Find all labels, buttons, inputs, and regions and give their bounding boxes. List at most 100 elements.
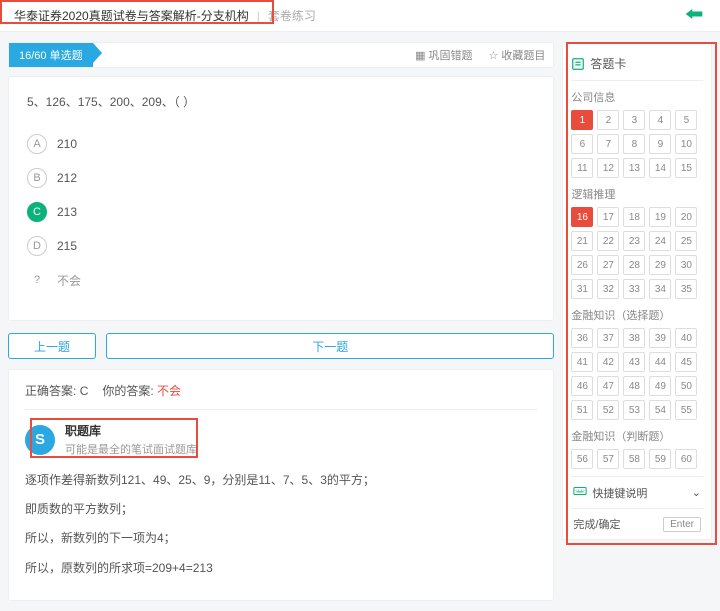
answer-cell-11[interactable]: 11 bbox=[571, 158, 593, 178]
answer-cell-9[interactable]: 9 bbox=[649, 134, 671, 154]
option-c[interactable]: C 213 bbox=[27, 202, 535, 222]
next-button[interactable]: 下一题 bbox=[106, 333, 554, 359]
answer-cell-21[interactable]: 21 bbox=[571, 231, 593, 251]
answer-cell-28[interactable]: 28 bbox=[623, 255, 645, 275]
answer-cell-35[interactable]: 35 bbox=[675, 279, 697, 299]
answer-card: 答题卡 公司信息 123456789101112131415 逻辑推理 1617… bbox=[562, 42, 712, 540]
answer-cell-19[interactable]: 19 bbox=[649, 207, 671, 227]
answer-cell-27[interactable]: 27 bbox=[597, 255, 619, 275]
header-bar: 华泰证券2020真题试卷与答案解析-分支机构 | 套卷练习 bbox=[0, 0, 720, 32]
answer-cell-47[interactable]: 47 bbox=[597, 376, 619, 396]
answer-cell-4[interactable]: 4 bbox=[649, 110, 671, 130]
enter-key: Enter bbox=[663, 517, 701, 532]
brand-row[interactable]: S 职题库 可能是最全的笔试面试题库 bbox=[25, 422, 537, 457]
answer-cell-40[interactable]: 40 bbox=[675, 328, 697, 348]
answer-cell-14[interactable]: 14 bbox=[649, 158, 671, 178]
question-tag: 16/60 单选题 bbox=[9, 43, 93, 67]
option-text: 213 bbox=[57, 205, 77, 219]
grid-icon: ▦ bbox=[415, 49, 425, 62]
answer-cell-26[interactable]: 26 bbox=[571, 255, 593, 275]
option-unknown[interactable]: ? 不会 bbox=[27, 270, 535, 290]
your-label: 你的答案: bbox=[102, 384, 153, 398]
section-title: 金融知识（选择题） bbox=[571, 307, 703, 323]
answer-cell-17[interactable]: 17 bbox=[597, 207, 619, 227]
answer-cell-51[interactable]: 51 bbox=[571, 400, 593, 420]
answer-cell-20[interactable]: 20 bbox=[675, 207, 697, 227]
answer-cell-45[interactable]: 45 bbox=[675, 352, 697, 372]
option-text: 212 bbox=[57, 171, 77, 185]
option-letter: C bbox=[27, 202, 47, 222]
answer-cell-24[interactable]: 24 bbox=[649, 231, 671, 251]
answer-cell-44[interactable]: 44 bbox=[649, 352, 671, 372]
answer-cell-15[interactable]: 15 bbox=[675, 158, 697, 178]
answer-cell-38[interactable]: 38 bbox=[623, 328, 645, 348]
answer-cell-34[interactable]: 34 bbox=[649, 279, 671, 299]
option-d[interactable]: D215 bbox=[27, 236, 535, 256]
answer-cell-46[interactable]: 46 bbox=[571, 376, 593, 396]
answer-cell-29[interactable]: 29 bbox=[649, 255, 671, 275]
answer-cell-23[interactable]: 23 bbox=[623, 231, 645, 251]
answer-cell-5[interactable]: 5 bbox=[675, 110, 697, 130]
explanation: 逐项作差得新数列121、49、25、9，分别是11、7、5、3的平方； 即质数的… bbox=[25, 471, 537, 578]
answer-cell-30[interactable]: 30 bbox=[675, 255, 697, 275]
answer-cell-42[interactable]: 42 bbox=[597, 352, 619, 372]
answer-cell-50[interactable]: 50 bbox=[675, 376, 697, 396]
answer-cell-52[interactable]: 52 bbox=[597, 400, 619, 420]
answer-cell-2[interactable]: 2 bbox=[597, 110, 619, 130]
answer-cell-36[interactable]: 36 bbox=[571, 328, 593, 348]
answer-panel: 正确答案: C 你的答案: 不会 S 职题库 可能是最全的笔试面试题库 逐项作差… bbox=[8, 369, 554, 601]
answer-cell-1[interactable]: 1 bbox=[571, 110, 593, 130]
correct-label: 正确答案: bbox=[25, 384, 76, 398]
answer-cell-59[interactable]: 59 bbox=[649, 449, 671, 469]
answer-cell-18[interactable]: 18 bbox=[623, 207, 645, 227]
answer-cell-32[interactable]: 32 bbox=[597, 279, 619, 299]
exp-line: 即质数的平方数列； bbox=[25, 500, 537, 519]
answer-cell-53[interactable]: 53 bbox=[623, 400, 645, 420]
shortcut-row[interactable]: 快捷键说明 ⌄ bbox=[571, 476, 703, 508]
consolidate-button[interactable]: ▦巩固错题 bbox=[407, 47, 480, 63]
brand-desc: 可能是最全的笔试面试题库 bbox=[65, 441, 197, 457]
section-title: 金融知识（判断题） bbox=[571, 428, 703, 444]
answer-cell-6[interactable]: 6 bbox=[571, 134, 593, 154]
answer-cell-3[interactable]: 3 bbox=[623, 110, 645, 130]
answer-cell-33[interactable]: 33 bbox=[623, 279, 645, 299]
your-value: 不会 bbox=[157, 384, 181, 398]
answer-cell-57[interactable]: 57 bbox=[597, 449, 619, 469]
answer-cell-60[interactable]: 60 bbox=[675, 449, 697, 469]
answer-cell-8[interactable]: 8 bbox=[623, 134, 645, 154]
card-icon bbox=[571, 57, 585, 71]
answer-cell-22[interactable]: 22 bbox=[597, 231, 619, 251]
answer-cell-25[interactable]: 25 bbox=[675, 231, 697, 251]
answer-cell-37[interactable]: 37 bbox=[597, 328, 619, 348]
answer-cell-58[interactable]: 58 bbox=[623, 449, 645, 469]
answer-cell-43[interactable]: 43 bbox=[623, 352, 645, 372]
answer-cell-48[interactable]: 48 bbox=[623, 376, 645, 396]
option-text: 不会 bbox=[57, 272, 81, 289]
answer-cell-55[interactable]: 55 bbox=[675, 400, 697, 420]
answer-cell-31[interactable]: 31 bbox=[571, 279, 593, 299]
answer-cell-12[interactable]: 12 bbox=[597, 158, 619, 178]
keyboard-icon bbox=[573, 484, 587, 501]
option-b[interactable]: B212 bbox=[27, 168, 535, 188]
back-icon[interactable] bbox=[684, 5, 704, 26]
answer-cell-39[interactable]: 39 bbox=[649, 328, 671, 348]
prev-button[interactable]: 上一题 bbox=[8, 333, 96, 359]
option-a[interactable]: A210 bbox=[27, 134, 535, 154]
answer-cell-16[interactable]: 16 bbox=[571, 207, 593, 227]
answer-cell-49[interactable]: 49 bbox=[649, 376, 671, 396]
section-title: 公司信息 bbox=[571, 89, 703, 105]
favorite-button[interactable]: ☆收藏题目 bbox=[481, 47, 554, 63]
question-icon: ? bbox=[27, 270, 47, 290]
answer-cell-10[interactable]: 10 bbox=[675, 134, 697, 154]
answer-cell-7[interactable]: 7 bbox=[597, 134, 619, 154]
option-letter: D bbox=[27, 236, 47, 256]
mode-label: 套卷练习 bbox=[268, 7, 316, 24]
answer-cell-56[interactable]: 56 bbox=[571, 449, 593, 469]
card-header: 答题卡 bbox=[571, 51, 703, 81]
answer-cell-41[interactable]: 41 bbox=[571, 352, 593, 372]
answer-cell-13[interactable]: 13 bbox=[623, 158, 645, 178]
question-body: 5、126、175、200、209、（ ） A210 B212 C213 D21… bbox=[8, 76, 554, 321]
exp-line: 逐项作差得新数列121、49、25、9，分别是11、7、5、3的平方； bbox=[25, 471, 537, 490]
question-toolbar: 16/60 单选题 ▦巩固错题 ☆收藏题目 bbox=[8, 42, 554, 68]
answer-cell-54[interactable]: 54 bbox=[649, 400, 671, 420]
